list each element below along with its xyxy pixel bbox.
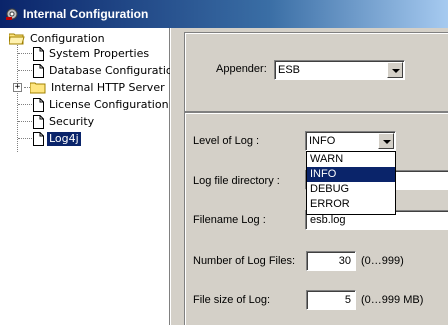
tree-item-label: Log4j — [47, 131, 81, 146]
file-size-of-log-label: File size of Log: — [193, 294, 271, 306]
dropdown-option-debug[interactable]: DEBUG — [307, 182, 395, 197]
tree-item-internal-http-server[interactable]: Internal HTTP Server — [30, 79, 167, 96]
level-of-log-value: INFO — [309, 135, 336, 147]
file-icon — [33, 46, 44, 61]
config-tree[interactable]: Configuration System Properties Database… — [0, 28, 180, 325]
level-of-log-dropdown[interactable]: WARN INFO DEBUG ERROR — [306, 151, 396, 215]
window-title: Internal Configuration — [23, 7, 149, 21]
folder-icon — [30, 82, 46, 93]
dropdown-option-info[interactable]: INFO — [307, 167, 395, 182]
tree-item-security[interactable]: Security — [33, 113, 96, 130]
file-icon — [33, 114, 44, 129]
tree-item-label: System Properties — [49, 46, 150, 60]
tree-item-label: Security — [49, 114, 95, 128]
dropdown-option-error[interactable]: ERROR — [307, 197, 395, 212]
window-titlebar[interactable]: Internal Configuration — [0, 0, 448, 28]
dropdown-option-warn[interactable]: WARN — [307, 152, 395, 167]
tree-item-license-configuration[interactable]: License Configuration — [33, 96, 171, 113]
file-icon — [33, 63, 44, 78]
file-icon — [33, 131, 44, 146]
number-of-log-files-field[interactable]: 30 — [306, 251, 356, 271]
file-size-of-log-hint: (0…999 MB) — [361, 294, 424, 306]
chevron-down-icon[interactable] — [378, 133, 394, 149]
appender-label: Appender: — [216, 63, 267, 75]
number-of-log-files-hint: (0…999) — [361, 255, 404, 267]
tree-item-label: Database Configuration — [49, 63, 180, 77]
tree-item-database-configuration[interactable]: Database Configuration — [33, 62, 182, 79]
chevron-down-icon[interactable] — [387, 62, 403, 78]
tree-item-system-properties[interactable]: System Properties — [33, 45, 151, 62]
tree-item-log4j[interactable]: Log4j — [33, 130, 81, 147]
folder-open-icon — [9, 33, 25, 44]
appender-value: ESB — [278, 64, 301, 76]
number-of-log-files-label: Number of Log Files: — [193, 255, 296, 267]
log-file-directory-label: Log file directory : — [193, 175, 280, 187]
file-icon — [33, 97, 44, 112]
level-of-log-label: Level of Log : — [193, 135, 260, 147]
tree-item-label: Internal HTTP Server — [51, 80, 165, 94]
tree-item-label: Configuration — [30, 31, 105, 45]
expand-toggle-icon[interactable]: + — [13, 83, 22, 92]
filename-log-label: Filename Log : — [193, 214, 266, 226]
tree-item-label: License Configuration — [49, 97, 169, 111]
gear-tools-icon — [6, 8, 18, 20]
file-size-of-log-field[interactable]: 5 — [306, 290, 356, 310]
level-of-log-select[interactable]: INFO — [305, 131, 396, 151]
appender-select[interactable]: ESB — [274, 60, 405, 80]
